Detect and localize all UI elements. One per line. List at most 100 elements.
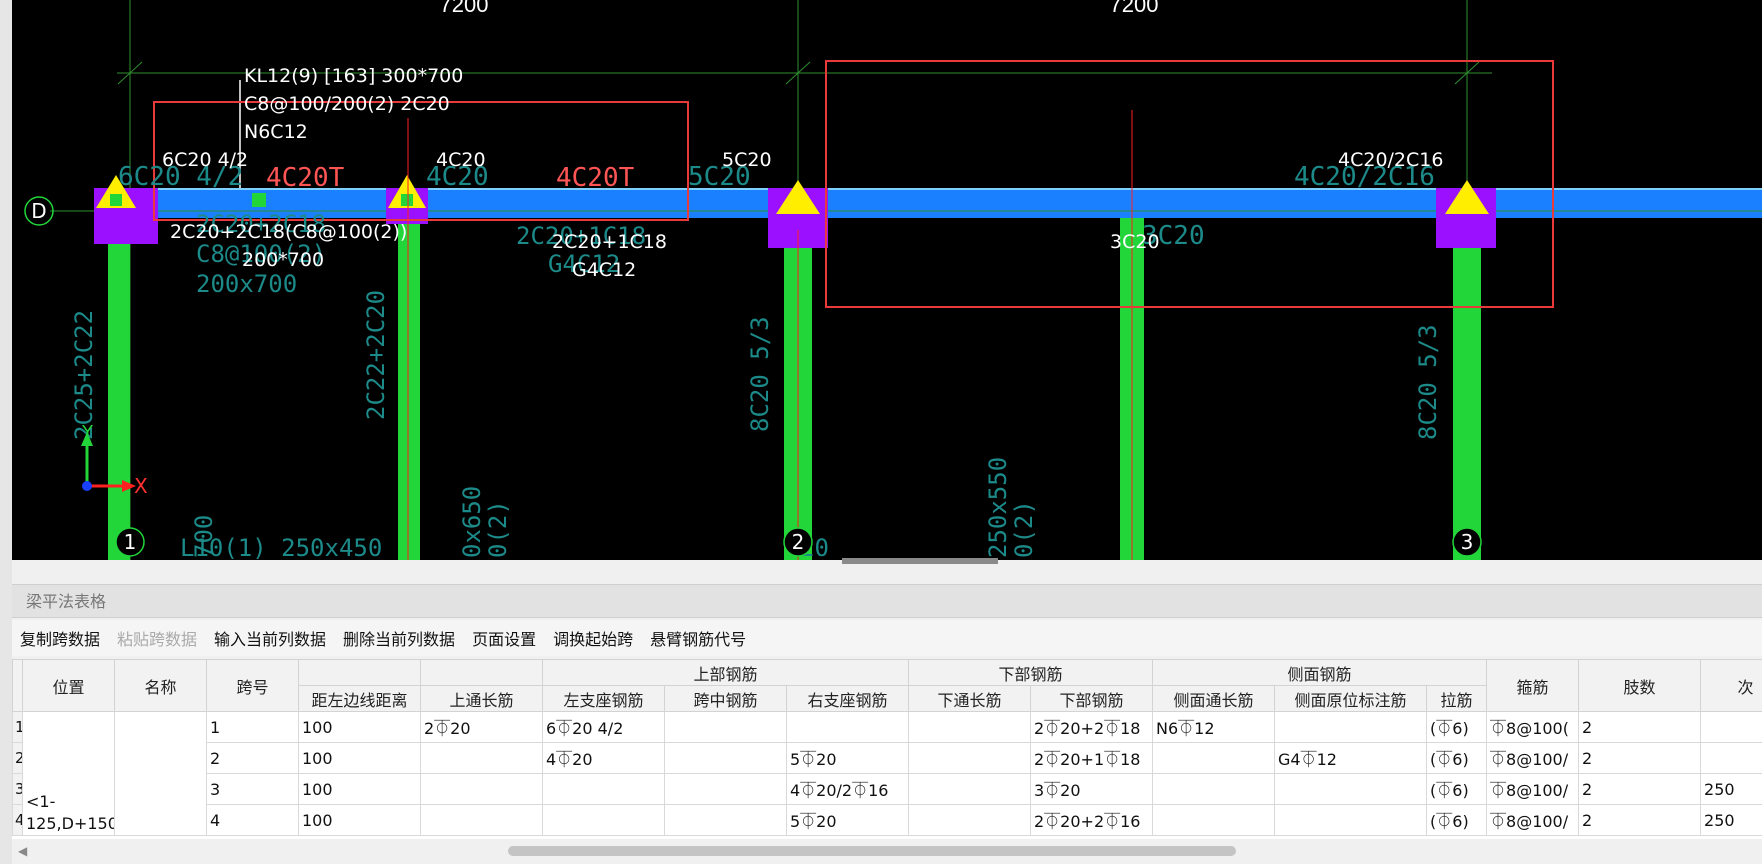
annotation-text[interactable]: 6C20 4/2 xyxy=(162,149,248,171)
cell-tie[interactable]: (⏁6) xyxy=(1426,773,1488,805)
annotation-text[interactable]: 200*700 xyxy=(242,249,324,271)
cell-top-through[interactable]: 2⏁20 xyxy=(420,711,543,743)
cell-left-seat[interactable] xyxy=(542,804,665,836)
column-1b[interactable] xyxy=(398,222,420,560)
annotation-text[interactable]: 4C20/2C16 xyxy=(1338,149,1443,171)
cell-side-original[interactable] xyxy=(1274,711,1428,743)
cell-bottom[interactable]: 2⏁20+2⏁16 xyxy=(1029,804,1154,836)
grip-point[interactable] xyxy=(252,193,266,207)
axis-bubble-3[interactable]: 3 xyxy=(1452,527,1482,557)
cell-stirrup[interactable]: ⏁8@100/ xyxy=(1486,773,1580,805)
cell-mid[interactable] xyxy=(664,711,787,743)
cell-left-seat[interactable]: 6⏁20 4/2 xyxy=(542,711,665,743)
cell-right-seat[interactable]: 5⏁20 xyxy=(786,804,909,836)
row-number[interactable]: 4 xyxy=(12,804,23,836)
cell-stirrup[interactable]: ⏁8@100/ xyxy=(1486,742,1580,774)
cell-distance[interactable]: 100 xyxy=(298,773,421,805)
cell-stirrup[interactable]: ⏁8@100/ xyxy=(1486,804,1580,836)
cell-right-seat[interactable]: 4⏁20/2⏁16 xyxy=(786,773,909,805)
row-number[interactable]: 3 xyxy=(12,773,23,805)
cell-mid[interactable] xyxy=(664,804,787,836)
annotation-text[interactable]: KL12(9) [163] 300*700 xyxy=(244,65,463,87)
page-setup-button[interactable]: 页面设置 xyxy=(472,626,536,650)
cell-bottom-through[interactable] xyxy=(908,711,1031,743)
cell-span[interactable]: 2 xyxy=(206,742,299,774)
cell-legs[interactable]: 2 xyxy=(1578,742,1702,774)
row-number[interactable]: 1 xyxy=(12,711,23,743)
cad-scroll-handle[interactable] xyxy=(842,558,998,564)
cell-bottom-through[interactable] xyxy=(908,742,1031,774)
cell-top-through[interactable] xyxy=(420,773,543,805)
cell-right-seat[interactable]: 5⏁20 xyxy=(786,742,909,774)
annotation-text[interactable]: C8@100/200(2) 2C20 xyxy=(244,93,450,115)
table-row[interactable]: 4 4 100 5⏁20 2⏁20+2⏁16 (⏁6) ⏁8@100/ 2 25… xyxy=(12,804,1762,836)
cell-stirrup[interactable]: ⏁8@100( xyxy=(1486,711,1580,743)
axis-bubble-1[interactable]: 1 xyxy=(115,527,145,557)
cell-right-seat[interactable] xyxy=(786,711,909,743)
cell-span[interactable]: 1 xyxy=(206,711,299,743)
cell-left-seat[interactable] xyxy=(542,773,665,805)
cell-top-through[interactable] xyxy=(420,742,543,774)
cell-next[interactable]: 250 xyxy=(1700,804,1762,836)
cell-top-through[interactable] xyxy=(420,804,543,836)
cell-distance[interactable]: 100 xyxy=(298,742,421,774)
scroll-thumb[interactable] xyxy=(508,846,1236,856)
cantilever-rebar-code-button[interactable]: 悬臂钢筋代号 xyxy=(650,626,746,650)
cell-name[interactable] xyxy=(114,711,207,836)
header-empty xyxy=(420,659,543,686)
cell-bottom-through[interactable] xyxy=(908,804,1031,836)
cell-legs[interactable]: 2 xyxy=(1578,804,1702,836)
cell-side-through[interactable] xyxy=(1152,773,1276,805)
cell-tie[interactable]: (⏁6) xyxy=(1426,742,1488,774)
cell-tie[interactable]: (⏁6) xyxy=(1426,711,1488,743)
annotation-text[interactable]: 2C20+1C18 xyxy=(552,231,667,253)
beam-kl12[interactable] xyxy=(108,188,1762,218)
cell-distance[interactable]: 100 xyxy=(298,711,421,743)
axis-bubble-2[interactable]: 2 xyxy=(783,527,813,557)
cell-position[interactable]: <1-125,D+150;8+ xyxy=(22,711,115,836)
swap-start-span-button[interactable]: 调换起始跨 xyxy=(553,626,633,650)
table-horizontal-scrollbar[interactable]: ◀ xyxy=(12,840,1762,864)
cell-side-through[interactable] xyxy=(1152,742,1276,774)
table-row[interactable]: 3 3 100 4⏁20/2⏁16 3⏁20 (⏁6) ⏁8@100/ 2 25… xyxy=(12,773,1762,805)
column-3[interactable] xyxy=(1453,246,1481,560)
annotation-text[interactable]: 4C20 xyxy=(436,149,486,171)
delete-column-data-button[interactable]: 删除当前列数据 xyxy=(343,626,455,650)
cell-side-original[interactable] xyxy=(1274,804,1428,836)
table-row[interactable]: 1 <1-125,D+150;8+ 1 100 2⏁20 6⏁20 4/2 2⏁… xyxy=(12,711,1762,836)
annotation-text[interactable]: N6C12 xyxy=(244,121,308,143)
cell-bottom[interactable]: 3⏁20 xyxy=(1029,773,1154,805)
cell-legs[interactable]: 2 xyxy=(1578,711,1702,743)
cell-next[interactable]: 250 xyxy=(1700,773,1762,805)
row-number[interactable]: 2 xyxy=(12,742,23,774)
cell-mid[interactable] xyxy=(664,773,787,805)
cell-tie[interactable]: (⏁6) xyxy=(1426,804,1488,836)
ghost-text: 0(2) xyxy=(484,500,512,558)
cell-bottom[interactable]: 2⏁20+2⏁18 xyxy=(1029,711,1154,743)
cell-distance[interactable]: 100 xyxy=(298,804,421,836)
cell-bottom-through[interactable] xyxy=(908,773,1031,805)
cell-side-through[interactable]: N6⏁12 xyxy=(1152,711,1276,743)
annotation-text[interactable]: 3C20 xyxy=(1110,231,1160,253)
cell-next[interactable] xyxy=(1700,711,1762,743)
annotation-text[interactable]: G4C12 xyxy=(572,259,636,281)
table-row[interactable]: 2 2 100 4⏁20 5⏁20 2⏁20+1⏁18 G4⏁12 (⏁6) ⏁… xyxy=(12,742,1762,774)
cell-bottom[interactable]: 2⏁20+1⏁18 xyxy=(1029,742,1154,774)
axis-bubble-D[interactable]: D xyxy=(24,196,54,226)
cell-side-original[interactable]: G4⏁12 xyxy=(1274,742,1428,774)
input-column-data-button[interactable]: 输入当前列数据 xyxy=(214,626,326,650)
column-1[interactable] xyxy=(108,240,130,560)
cad-drawing-canvas[interactable]: 7200 7200 6C20 4/2 4C20 5C20 4C20/2C16 2… xyxy=(12,0,1762,564)
cell-side-original[interactable] xyxy=(1274,773,1428,805)
annotation-text[interactable]: 5C20 xyxy=(722,149,772,171)
annotation-text[interactable]: 2C20+2C18(C8@100(2)) xyxy=(170,221,407,243)
cell-legs[interactable]: 2 xyxy=(1578,773,1702,805)
cell-left-seat[interactable]: 4⏁20 xyxy=(542,742,665,774)
cell-next[interactable] xyxy=(1700,742,1762,774)
cell-side-through[interactable] xyxy=(1152,804,1276,836)
copy-span-data-button[interactable]: 复制跨数据 xyxy=(20,626,100,650)
cell-span[interactable]: 4 xyxy=(206,804,299,836)
cell-mid[interactable] xyxy=(664,742,787,774)
cell-span[interactable]: 3 xyxy=(206,773,299,805)
scroll-left-arrow-icon[interactable]: ◀ xyxy=(18,844,27,858)
